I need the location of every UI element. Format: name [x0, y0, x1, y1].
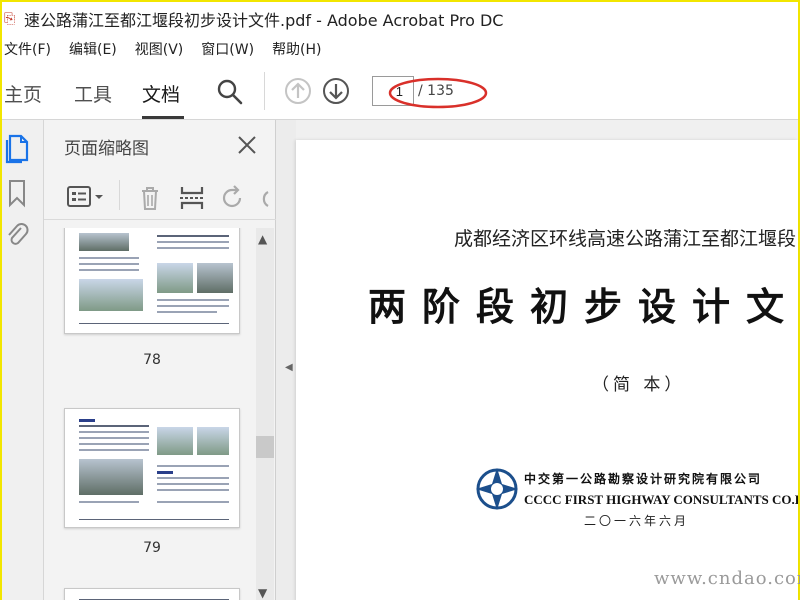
window-title: 速公路蒲江至都江堰段初步设计文件.pdf - Adobe Acrobat Pro…	[24, 11, 504, 30]
collapse-panel-icon[interactable]: ◀	[285, 362, 293, 373]
thumbnail-list: 78 79	[44, 228, 254, 600]
tab-document[interactable]: 文档	[142, 80, 180, 107]
page-thumbnail-next[interactable]	[64, 588, 240, 600]
toolbar-divider	[264, 72, 265, 110]
scroll-up-icon[interactable]: ▲	[258, 232, 267, 246]
title-bar: ⎘ 速公路蒲江至都江堰段初步设计文件.pdf - Adobe Acrobat P…	[2, 2, 798, 36]
acrobat-app-icon: ⎘	[4, 11, 16, 27]
insert-pages-icon[interactable]	[178, 184, 206, 216]
options-menu-icon[interactable]	[66, 184, 106, 214]
panel-toolbar	[44, 176, 276, 220]
panel-splitter[interactable]	[276, 120, 296, 600]
active-tab-indicator	[142, 116, 184, 119]
menu-view[interactable]: 视图(V)	[126, 39, 193, 59]
scroll-down-icon[interactable]: ▼	[258, 586, 267, 600]
bookmark-icon[interactable]	[4, 178, 30, 212]
menu-window[interactable]: 窗口(W)	[192, 39, 263, 59]
search-icon[interactable]	[216, 78, 244, 110]
annotation-ellipse	[388, 77, 488, 109]
company-name-cn: 中交第一公路勘察设计研究院有限公司	[524, 472, 763, 486]
page-thumbnails-panel: 页面缩略图 78 79 ▲ ▼	[44, 120, 276, 600]
panel-toolbar-divider	[119, 180, 120, 210]
thumbnail-label-79: 79	[143, 540, 161, 556]
rotate-icon[interactable]	[218, 184, 246, 216]
prev-page-icon[interactable]	[284, 77, 312, 109]
attachment-icon[interactable]	[4, 220, 30, 254]
company-logo-icon	[476, 468, 518, 510]
thumbnail-scrollbar[interactable]	[256, 228, 274, 600]
menu-edit[interactable]: 编辑(E)	[60, 39, 126, 59]
menu-help[interactable]: 帮助(H)	[263, 39, 330, 59]
page-thumbnails-icon[interactable]	[4, 132, 30, 168]
page-thumbnail-79[interactable]	[64, 408, 240, 528]
panel-title: 页面缩略图	[64, 139, 149, 159]
menu-file[interactable]: 文件(F)	[2, 39, 60, 59]
more-icon[interactable]	[258, 184, 272, 216]
page-thumbnail-78[interactable]	[64, 228, 240, 334]
tab-home[interactable]: 主页	[4, 80, 42, 107]
watermark: www.cndao.com	[654, 568, 800, 589]
trash-icon[interactable]	[136, 184, 164, 216]
document-title: 两阶段初步设计文	[368, 284, 798, 329]
scrollbar-thumb[interactable]	[256, 436, 274, 458]
company-name-en: CCCC FIRST HIGHWAY CONSULTANTS CO.LTD.	[524, 492, 798, 507]
close-icon[interactable]	[236, 134, 258, 160]
document-edition: （简 本）	[592, 375, 686, 395]
next-page-icon[interactable]	[322, 77, 350, 109]
tab-tools[interactable]: 工具	[74, 80, 112, 107]
thumbnail-label-78: 78	[143, 352, 161, 368]
document-date: 二〇一六年六月	[584, 514, 690, 528]
left-navigation-rail	[2, 120, 44, 600]
document-subtitle: 成都经济区环线高速公路蒲江至都江堰段	[454, 228, 797, 250]
document-page: 成都经济区环线高速公路蒲江至都江堰段 两阶段初步设计文 （简 本） 中交第一公路…	[296, 140, 798, 600]
menu-bar: 文件(F) 编辑(E) 视图(V) 窗口(W) 帮助(H)	[2, 36, 798, 62]
